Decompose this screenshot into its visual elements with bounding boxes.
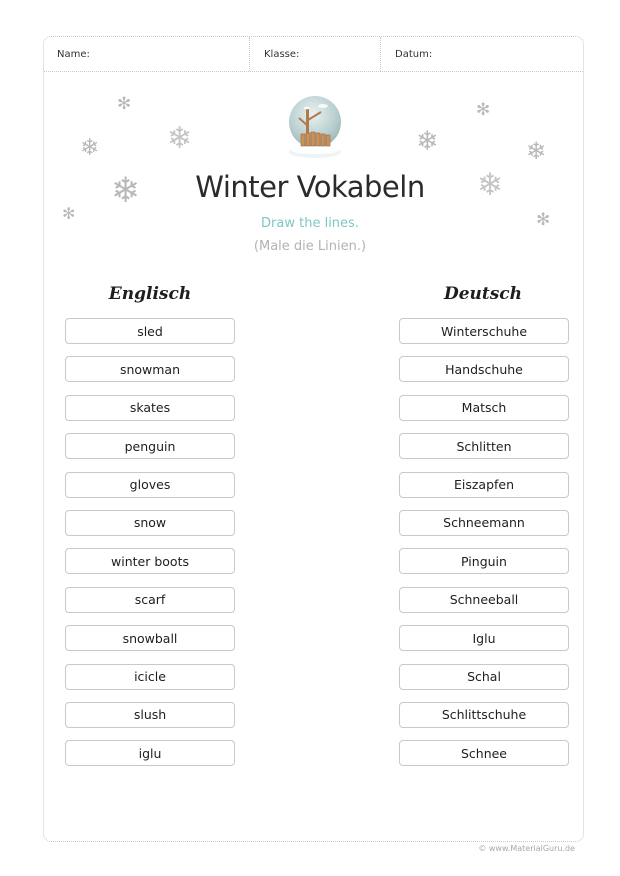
column-heading-german: Deutsch	[443, 284, 523, 304]
date-field[interactable]: Datum:	[381, 37, 583, 71]
english-word-box[interactable]: iglu	[65, 740, 235, 767]
english-word-box[interactable]: snow	[65, 509, 235, 536]
german-word-box[interactable]: Schal	[399, 663, 569, 690]
snowflake-icon: ✻	[117, 94, 132, 114]
german-word-box[interactable]: Pinguin	[399, 548, 569, 575]
german-word-box[interactable]: Handschuhe	[399, 356, 569, 383]
german-word-box[interactable]: Eiszapfen	[399, 471, 569, 498]
english-word-box[interactable]: icicle	[65, 663, 235, 690]
header-row: Name: Klasse: Datum:	[44, 37, 583, 72]
german-word-box[interactable]: Matsch	[399, 394, 569, 421]
english-word-box[interactable]: skates	[65, 394, 235, 421]
class-label: Klasse:	[264, 48, 300, 60]
english-word-list: sled snowman skates penguin gloves snow …	[65, 318, 235, 779]
snowflake-icon: ✻	[476, 100, 491, 120]
date-label: Datum:	[395, 48, 433, 60]
snowflake-icon: ❄	[526, 137, 547, 165]
german-word-box[interactable]: Iglu	[399, 625, 569, 652]
snowflake-icon: ❄	[416, 126, 439, 157]
english-word-box[interactable]: penguin	[65, 433, 235, 460]
snowflake-icon: ❄	[167, 121, 193, 156]
german-word-box[interactable]: Winterschuhe	[399, 318, 569, 344]
instruction-english: Draw the lines.	[261, 216, 359, 231]
english-word-box[interactable]: snowman	[65, 356, 235, 383]
english-word-box[interactable]: slush	[65, 701, 235, 728]
english-word-box[interactable]: sled	[65, 318, 235, 344]
english-word-box[interactable]: snowball	[65, 625, 235, 652]
german-word-box[interactable]: Schneemann	[399, 509, 569, 536]
german-word-box[interactable]: Schlittschuhe	[399, 701, 569, 728]
column-heading-english: Englisch	[108, 284, 192, 304]
name-field[interactable]: Name:	[44, 37, 250, 71]
german-word-box[interactable]: Schlitten	[399, 433, 569, 460]
snow-globe-icon	[289, 96, 341, 158]
german-word-box[interactable]: Schneeball	[399, 586, 569, 613]
class-field[interactable]: Klasse:	[250, 37, 381, 71]
german-word-list: Winterschuhe Handschuhe Matsch Schlitten…	[399, 318, 569, 779]
name-label: Name:	[57, 48, 90, 60]
snowflake-icon: ❄	[80, 135, 100, 161]
german-word-box[interactable]: Schnee	[399, 740, 569, 767]
english-word-box[interactable]: winter boots	[65, 548, 235, 575]
instruction-german: (Male die Linien.)	[253, 239, 367, 254]
english-word-box[interactable]: scarf	[65, 586, 235, 613]
page-title: Winter Vokabeln	[195, 170, 425, 204]
english-word-box[interactable]: gloves	[65, 471, 235, 498]
copyright-footer: © www.MaterialGuru.de	[478, 844, 575, 853]
